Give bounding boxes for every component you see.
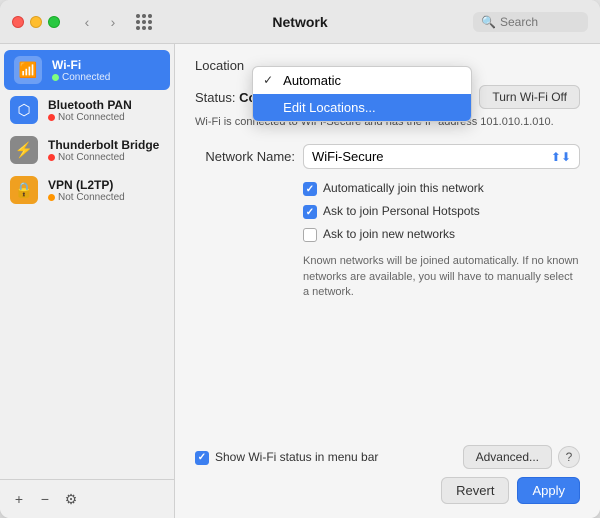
automatic-label: Automatic (283, 73, 341, 88)
sidebar-item-bluetooth[interactable]: ⬡ Bluetooth PAN Not Connected (0, 90, 174, 130)
dropdown-item-edit-locations[interactable]: Edit Locations... (253, 94, 471, 121)
remove-network-button[interactable]: − (34, 488, 56, 510)
dropdown-item-automatic[interactable]: ✓ Automatic (253, 67, 471, 94)
show-wifi-checkbox[interactable] (195, 451, 209, 465)
bluetooth-icon: ⬡ (10, 96, 38, 124)
traffic-lights (12, 16, 60, 28)
network-name-select[interactable]: WiFi-Secure ⬆⬇ (303, 144, 580, 169)
bottom-row: Show Wi-Fi status in menu bar Advanced..… (195, 445, 580, 469)
checkbox-row-auto-join: Automatically join this network (303, 181, 580, 196)
sidebar-item-thunderbolt[interactable]: ⚡ Thunderbolt Bridge Not Connected (0, 130, 174, 170)
vpn-item-name: VPN (L2TP) (48, 178, 125, 192)
vpn-status-dot (48, 194, 55, 201)
wifi-item-name: Wi-Fi (52, 58, 110, 72)
window-title: Network (272, 14, 327, 30)
action-buttons: Revert Apply (195, 477, 580, 504)
close-button[interactable] (12, 16, 24, 28)
location-dropdown-menu: ✓ Automatic Edit Locations... (252, 66, 472, 122)
help-button[interactable]: ? (558, 446, 580, 468)
wifi-icon: 📶 (14, 56, 42, 84)
thunderbolt-item-text: Thunderbolt Bridge Not Connected (48, 138, 159, 163)
thunderbolt-icon: ⚡ (10, 136, 38, 164)
minimize-button[interactable] (30, 16, 42, 28)
new-networks-checkbox[interactable] (303, 228, 317, 242)
gear-button[interactable]: ⚙ (60, 488, 82, 510)
checkbox-row-new-networks: Ask to join new networks (303, 227, 580, 242)
location-row: Location ✓ Automatic Edit Locations... (195, 58, 580, 73)
thunderbolt-item-status: Not Connected (48, 152, 159, 163)
revert-button[interactable]: Revert (441, 477, 509, 504)
sidebar-item-vpn[interactable]: 🔒 VPN (L2TP) Not Connected (0, 170, 174, 210)
vpn-item-status: Not Connected (48, 192, 125, 203)
wifi-item-text: Wi-Fi Connected (52, 58, 110, 83)
right-panel: Location ✓ Automatic Edit Locations... (175, 44, 600, 518)
bluetooth-item-text: Bluetooth PAN Not Connected (48, 98, 132, 123)
network-preferences-window: ‹ › Network 🔍 📶 Wi-Fi (0, 0, 600, 518)
bluetooth-item-name: Bluetooth PAN (48, 98, 132, 112)
advanced-button[interactable]: Advanced... (463, 445, 552, 469)
show-wifi-row: Show Wi-Fi status in menu bar (195, 450, 378, 465)
location-label: Location (195, 58, 244, 73)
sidebar-footer: + − ⚙ (0, 479, 174, 518)
forward-button[interactable]: › (102, 11, 124, 33)
thunderbolt-status-dot (48, 154, 55, 161)
apply-button[interactable]: Apply (517, 477, 580, 504)
checkboxes: Automatically join this network Ask to j… (303, 181, 580, 242)
network-name-row: Network Name: WiFi-Secure ⬆⬇ (195, 144, 580, 169)
personal-hotspot-checkbox[interactable] (303, 205, 317, 219)
network-name-value: WiFi-Secure (312, 149, 384, 164)
search-box: 🔍 (473, 12, 588, 32)
add-network-button[interactable]: + (8, 488, 30, 510)
search-input[interactable] (500, 15, 580, 29)
network-name-label: Network Name: (195, 149, 295, 164)
edit-locations-label: Edit Locations... (283, 100, 376, 115)
vpn-item-text: VPN (L2TP) Not Connected (48, 178, 125, 203)
search-icon: 🔍 (481, 15, 496, 29)
automatic-checkmark: ✓ (263, 73, 277, 87)
show-wifi-label: Show Wi-Fi status in menu bar (215, 450, 378, 464)
auto-join-label: Automatically join this network (323, 181, 484, 195)
turn-off-wifi-button[interactable]: Turn Wi-Fi Off (479, 85, 580, 109)
bluetooth-item-status: Not Connected (48, 112, 132, 123)
nav-buttons: ‹ › (76, 11, 124, 33)
known-networks-note: Known networks will be joined automatica… (303, 254, 580, 300)
main-content: 📶 Wi-Fi Connected ⬡ Bluetooth PAN (0, 44, 600, 518)
advanced-help: Advanced... ? (463, 445, 580, 469)
checkbox-row-personal-hotspot: Ask to join Personal Hotspots (303, 204, 580, 219)
wifi-item-status: Connected (52, 72, 110, 83)
back-button[interactable]: ‹ (76, 11, 98, 33)
network-select-arrow-icon: ⬆⬇ (551, 150, 571, 164)
thunderbolt-item-name: Thunderbolt Bridge (48, 138, 159, 152)
new-networks-label: Ask to join new networks (323, 227, 455, 241)
app-grid-icon[interactable] (136, 14, 152, 30)
sidebar-item-wifi[interactable]: 📶 Wi-Fi Connected (4, 50, 170, 90)
auto-join-checkbox[interactable] (303, 182, 317, 196)
vpn-icon: 🔒 (10, 176, 38, 204)
bluetooth-status-dot (48, 114, 55, 121)
sidebar-items: 📶 Wi-Fi Connected ⬡ Bluetooth PAN (0, 44, 174, 479)
titlebar: ‹ › Network 🔍 (0, 0, 600, 44)
maximize-button[interactable] (48, 16, 60, 28)
sidebar: 📶 Wi-Fi Connected ⬡ Bluetooth PAN (0, 44, 175, 518)
wifi-status-dot (52, 74, 59, 81)
personal-hotspot-label: Ask to join Personal Hotspots (323, 204, 480, 218)
